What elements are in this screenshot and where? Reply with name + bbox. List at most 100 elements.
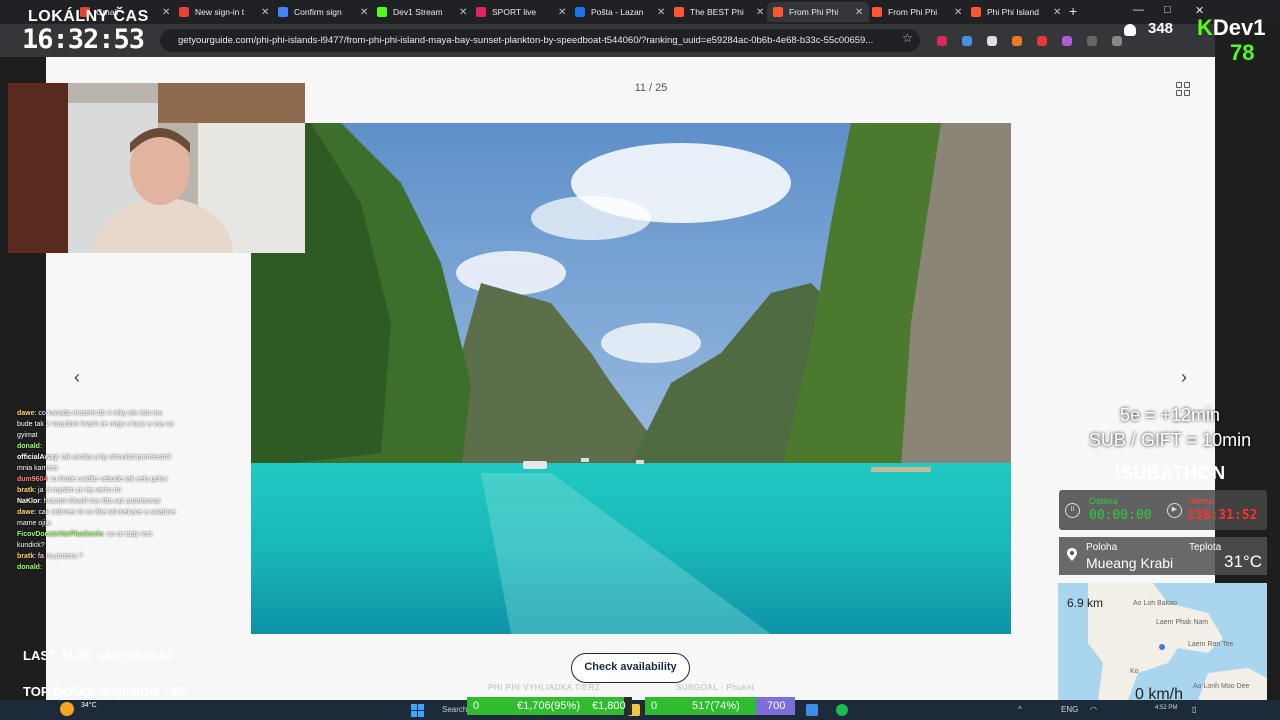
address-bar[interactable]: getyourguide.com/phi-phi-islands-l9477/f… [160, 29, 920, 52]
goal-bar-2-start: 0 [651, 700, 658, 712]
subathon-rule-2: SUB / GIFT = 10min [1088, 430, 1252, 450]
browser-tab[interactable]: Confirm sign ✕ [272, 2, 374, 22]
tab-favicon-icon [872, 7, 882, 17]
weather-icon[interactable] [60, 702, 74, 716]
goal-label-1: PHI PHI VYHLIADKA TIERZ [488, 683, 601, 692]
kick-logo: K [1197, 15, 1213, 40]
tab-close-icon[interactable]: ✕ [459, 7, 467, 18]
tab-label: SPORT live [492, 7, 537, 17]
tab-label: Confirm sign [294, 7, 342, 17]
new-tab-button[interactable]: + [1069, 3, 1077, 19]
chat-text: : tu finale uvidite sebude tak vela golo… [47, 476, 168, 483]
gallery-photo [251, 123, 1011, 634]
check-availability-button[interactable]: Check availability [571, 653, 690, 683]
weather-temp: 34°C [81, 702, 97, 709]
extension-icon[interactable] [1087, 36, 1097, 46]
tab-label: Dev1 Stream [393, 7, 443, 17]
language-indicator[interactable]: ENG [1061, 705, 1078, 714]
webcam-image [8, 83, 305, 253]
viewer-count: 348 [1148, 20, 1174, 37]
subathon-timer: II Ostáva 00:00:00 ▶ Ideme 238:31:52 [1059, 490, 1267, 530]
windows-taskbar: 34°C Search ^ ENG ◠ 4:52 PM ▯ [0, 700, 1280, 720]
taskbar-clock[interactable]: 4:52 PM [1155, 705, 1177, 711]
tab-favicon-icon [476, 7, 486, 17]
chat-text: : ja si myslim ze tej verim im [34, 487, 122, 494]
chat-text: : [39, 564, 42, 571]
browser-tab[interactable]: Dev1 Stream ✕ [371, 2, 473, 22]
map-speed: 0 km/h [1135, 686, 1184, 700]
tab-favicon-icon [773, 7, 783, 17]
chat-message: donald: [17, 562, 177, 573]
goal-label-2: SUBGOAL - Phuket [676, 683, 755, 692]
extension-icon[interactable] [1062, 36, 1072, 46]
chat-message: donald: [17, 441, 177, 452]
tab-close-icon[interactable]: ✕ [855, 7, 863, 18]
browser-toolbar: ← getyourguide.com/phi-phi-islands-l9477… [0, 24, 1215, 57]
minimize-button[interactable]: — [1133, 4, 1144, 16]
chat-username: NaKlor [17, 498, 40, 505]
play-icon: ▶ [1167, 503, 1182, 518]
windows-start-icon[interactable] [411, 704, 425, 717]
next-image-button[interactable]: › [1172, 366, 1196, 390]
goal-bar-1: 0 €1,706(95%) €1,800 [467, 697, 632, 715]
tab-favicon-icon [278, 7, 288, 17]
extensions-puzzle-icon[interactable] [1112, 36, 1122, 46]
map-place: Laem Ran Tee [1188, 641, 1234, 648]
browser-tab[interactable]: New sign-in t ✕ [173, 2, 275, 22]
chat-text: : cak zobrnes to co libe od mekace a svi… [17, 509, 176, 527]
wifi-icon[interactable]: ◠ [1090, 705, 1097, 714]
map-place: Ao Lonh Moo Dee [1193, 683, 1250, 690]
browser-tab[interactable]: From Phi Phi ✕ [866, 2, 968, 22]
tab-favicon-icon [575, 7, 585, 17]
goal-bar-1-end: €1,800 [592, 700, 626, 712]
restore-button[interactable]: □ [1164, 4, 1171, 16]
tab-label: Phi Phi Island [987, 7, 1039, 17]
tab-label: The BEST Phi [690, 7, 744, 17]
brand-number: 78 [1230, 40, 1255, 65]
browser-tab[interactable]: Phi Phi Island ✕ [965, 2, 1067, 22]
browser-tab[interactable]: SPORT live ✕ [470, 2, 572, 22]
tab-label: From Phi Phi [888, 7, 938, 17]
map-place: Ko [1130, 668, 1139, 675]
goal-bar-2-end: 700 [767, 700, 786, 712]
extension-icon[interactable] [1012, 36, 1022, 46]
chat-text: : [39, 443, 42, 450]
tab-close-icon[interactable]: ✕ [954, 7, 962, 18]
extension-icon[interactable] [937, 36, 947, 46]
map-place: Ao Loh Bakao [1133, 600, 1177, 607]
chat-username: donald [17, 443, 40, 450]
chat-overlay: dawe: co kanada mozem do 4 roky ale isto… [17, 408, 177, 638]
extension-icon[interactable] [987, 36, 997, 46]
tab-close-icon[interactable]: ✕ [657, 7, 665, 18]
lagoon-photo [251, 123, 1011, 634]
chat-username: dum9604 [17, 476, 48, 483]
tab-close-icon[interactable]: ✕ [360, 7, 368, 18]
tray-chevron-icon[interactable]: ^ [1018, 705, 1022, 714]
last-sub: LAST SUB: skinyman44 [23, 648, 173, 663]
bookmark-star-icon[interactable]: ☆ [902, 31, 913, 45]
chat-username: donald [17, 564, 40, 571]
tab-close-icon[interactable]: ✕ [1053, 7, 1061, 18]
taskbar-search[interactable]: Search [442, 705, 467, 714]
goal-bar-1-start: 0 [473, 700, 480, 712]
tab-close-icon[interactable]: ✕ [261, 7, 269, 18]
map-distance: 6.9 km [1067, 596, 1104, 610]
vscode-icon[interactable] [806, 704, 818, 716]
extension-icon[interactable] [1037, 36, 1047, 46]
notification-icon[interactable]: ▯ [1192, 705, 1196, 714]
location-pin-icon [1067, 548, 1077, 561]
chat-username: dawe [17, 410, 35, 417]
previous-image-button[interactable]: ‹ [65, 366, 89, 390]
goal-bar-1-progress: €1,706(95%) [517, 700, 580, 712]
tab-close-icon[interactable]: ✕ [558, 7, 566, 18]
tab-close-icon[interactable]: ✕ [756, 7, 764, 18]
browser-tab[interactable]: The BEST Phi ✕ [668, 2, 770, 22]
timer-left-label: Ostáva [1089, 496, 1118, 506]
extension-icon[interactable] [962, 36, 972, 46]
browser-tab[interactable]: Pošta - Lazan ✕ [569, 2, 671, 22]
grid-view-icon[interactable] [1176, 82, 1190, 96]
spotify-icon[interactable] [836, 704, 848, 716]
kick-brand: KDev1 [1197, 15, 1265, 41]
browser-tab[interactable]: From Phi Phi ✕ [767, 2, 870, 22]
chat-message: FicovDonateVarPluskovin: co ce tady reci… [17, 529, 177, 551]
